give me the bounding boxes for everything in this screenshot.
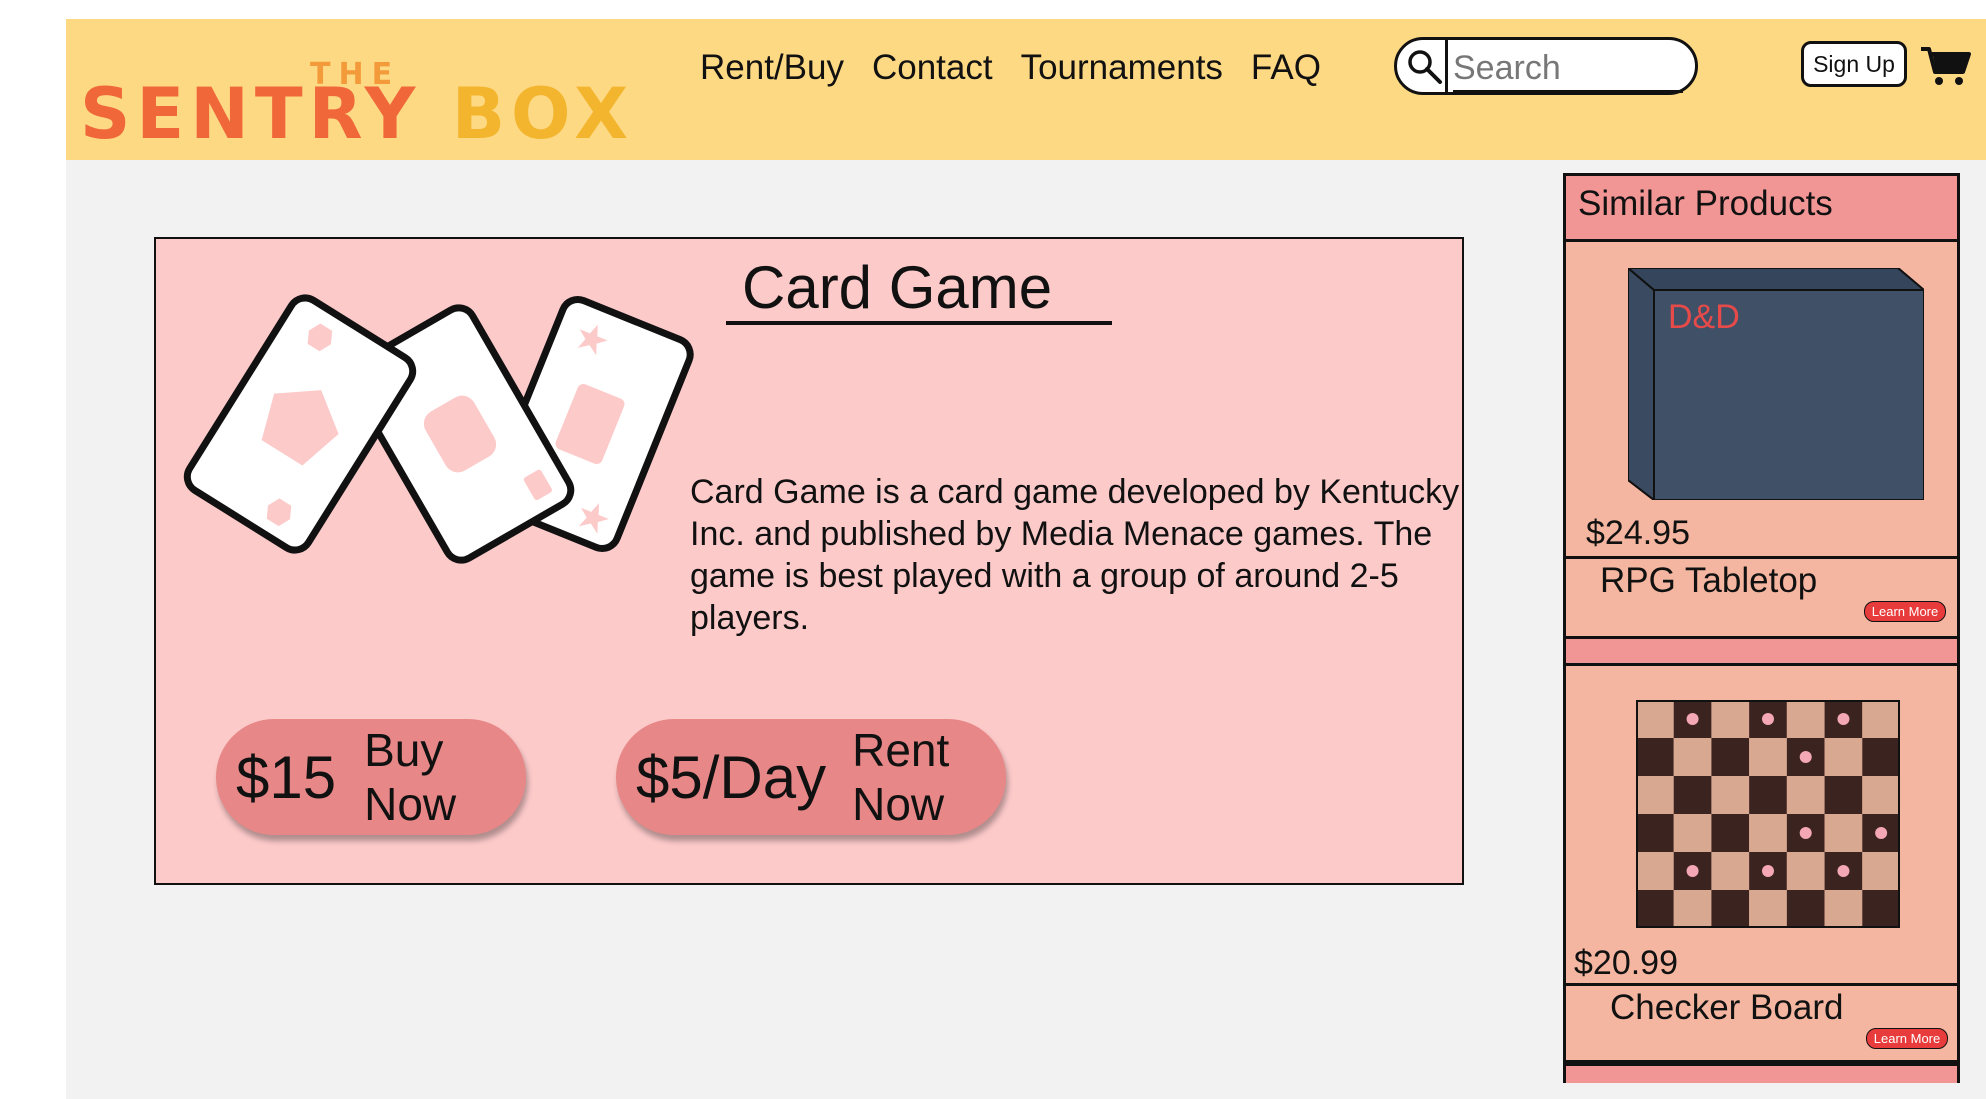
checker-square	[1786, 852, 1825, 890]
checker-piece	[1837, 865, 1850, 877]
checker-square	[1862, 890, 1900, 928]
checker-piece	[1799, 827, 1812, 839]
item-separator	[1566, 636, 1957, 666]
checker-piece	[1686, 713, 1699, 725]
checker-square	[1862, 700, 1900, 738]
nav-rent-buy[interactable]: Rent/Buy	[700, 47, 844, 89]
buy-price: $15	[236, 743, 337, 811]
checker-square	[1673, 890, 1712, 928]
similar-products-title: Similar Products	[1566, 176, 1957, 242]
checker-square	[1824, 814, 1863, 852]
checker-square	[1636, 890, 1674, 928]
product-price: $20.99	[1574, 944, 1678, 982]
checker-square	[1636, 700, 1674, 738]
checker-square	[1711, 738, 1750, 776]
product-name: Checker Board	[1610, 988, 1844, 1027]
checker-piece	[1799, 751, 1812, 763]
nav-tournaments[interactable]: Tournaments	[1021, 47, 1223, 89]
learn-more-button[interactable]: Learn More	[1866, 1028, 1948, 1049]
rent-now-button[interactable]: $5/Day Rent Now	[616, 719, 1006, 835]
site-logo[interactable]: THE SENTRY BOX	[80, 57, 680, 157]
search-bar	[1394, 37, 1698, 95]
dnd-box-label: D&D	[1668, 298, 1740, 336]
sign-up-button[interactable]: Sign Up	[1801, 41, 1907, 87]
checker-square	[1749, 776, 1787, 814]
checker-piece	[1875, 827, 1888, 839]
similar-products-panel: Similar Products D&D $24.95 RPG Tabletop…	[1563, 173, 1960, 1083]
search-divider	[1445, 40, 1448, 92]
checker-square	[1711, 776, 1750, 814]
checker-square	[1862, 776, 1900, 814]
item-separator	[1566, 1063, 1957, 1083]
product-name-row: RPG Tabletop Learn More	[1566, 556, 1957, 636]
checker-square	[1636, 814, 1674, 852]
checker-square	[1636, 776, 1674, 814]
buy-label-line1: Buy	[364, 724, 444, 776]
checker-square	[1786, 890, 1825, 928]
logo-wordmark: SENTRY BOX	[80, 79, 634, 149]
checker-piece	[1762, 865, 1774, 877]
checker-square	[1749, 890, 1787, 928]
checker-square	[1673, 738, 1712, 776]
checker-board-image	[1636, 700, 1900, 928]
search-icon[interactable]	[1405, 47, 1445, 87]
checker-square	[1862, 738, 1900, 776]
site-header: THE SENTRY BOX Rent/Buy Contact Tourname…	[66, 19, 1986, 160]
main-nav: Rent/Buy Contact Tournaments FAQ	[700, 47, 1321, 89]
checker-square	[1636, 738, 1674, 776]
checker-square	[1673, 814, 1712, 852]
checker-square	[1824, 738, 1863, 776]
checker-square	[1711, 700, 1750, 738]
checker-square	[1636, 852, 1674, 890]
checker-square	[1711, 814, 1750, 852]
product-description: Card Game is a card game developed by Ke…	[690, 473, 1460, 637]
similar-product-checker-board[interactable]: $20.99 Checker Board Learn More	[1566, 666, 1957, 1076]
product-title: Card Game	[726, 255, 1113, 325]
checker-square	[1673, 776, 1712, 814]
search-input[interactable]	[1453, 46, 1683, 93]
checker-square	[1749, 738, 1787, 776]
checker-piece	[1837, 713, 1850, 725]
checker-square	[1824, 776, 1863, 814]
buy-now-button[interactable]: $15 Buy Now	[216, 719, 526, 835]
product-price: $24.95	[1586, 514, 1690, 552]
checker-piece	[1762, 713, 1774, 725]
checker-square	[1862, 852, 1900, 890]
checker-square	[1824, 890, 1863, 928]
buy-label: Buy Now	[364, 723, 456, 831]
product-card: Card Game Card Game is a card game devel…	[154, 237, 1464, 885]
rent-price: $5/Day	[636, 743, 827, 811]
playing-cards-image	[183, 294, 694, 564]
dnd-box-image: D&D	[1628, 268, 1924, 500]
checker-square	[1786, 776, 1825, 814]
learn-more-button[interactable]: Learn More	[1864, 601, 1946, 622]
shopping-cart-icon[interactable]	[1919, 44, 1971, 88]
nav-faq[interactable]: FAQ	[1251, 47, 1321, 89]
buy-label-line2: Now	[364, 778, 457, 830]
checker-piece	[1686, 865, 1699, 877]
rent-label-line1: Rent	[852, 724, 950, 776]
checker-square	[1749, 814, 1787, 852]
logo-word-box: BOX	[451, 73, 635, 155]
logo-word-sentry: SENTRY	[80, 73, 422, 155]
product-name: RPG Tabletop	[1600, 561, 1818, 600]
checker-square	[1711, 890, 1750, 928]
product-name-row: Checker Board Learn More	[1566, 983, 1957, 1063]
nav-contact[interactable]: Contact	[872, 47, 993, 89]
rent-label: Rent Now	[852, 723, 949, 831]
checker-square	[1786, 700, 1825, 738]
checker-square	[1711, 852, 1750, 890]
rent-label-line2: Now	[852, 778, 945, 830]
